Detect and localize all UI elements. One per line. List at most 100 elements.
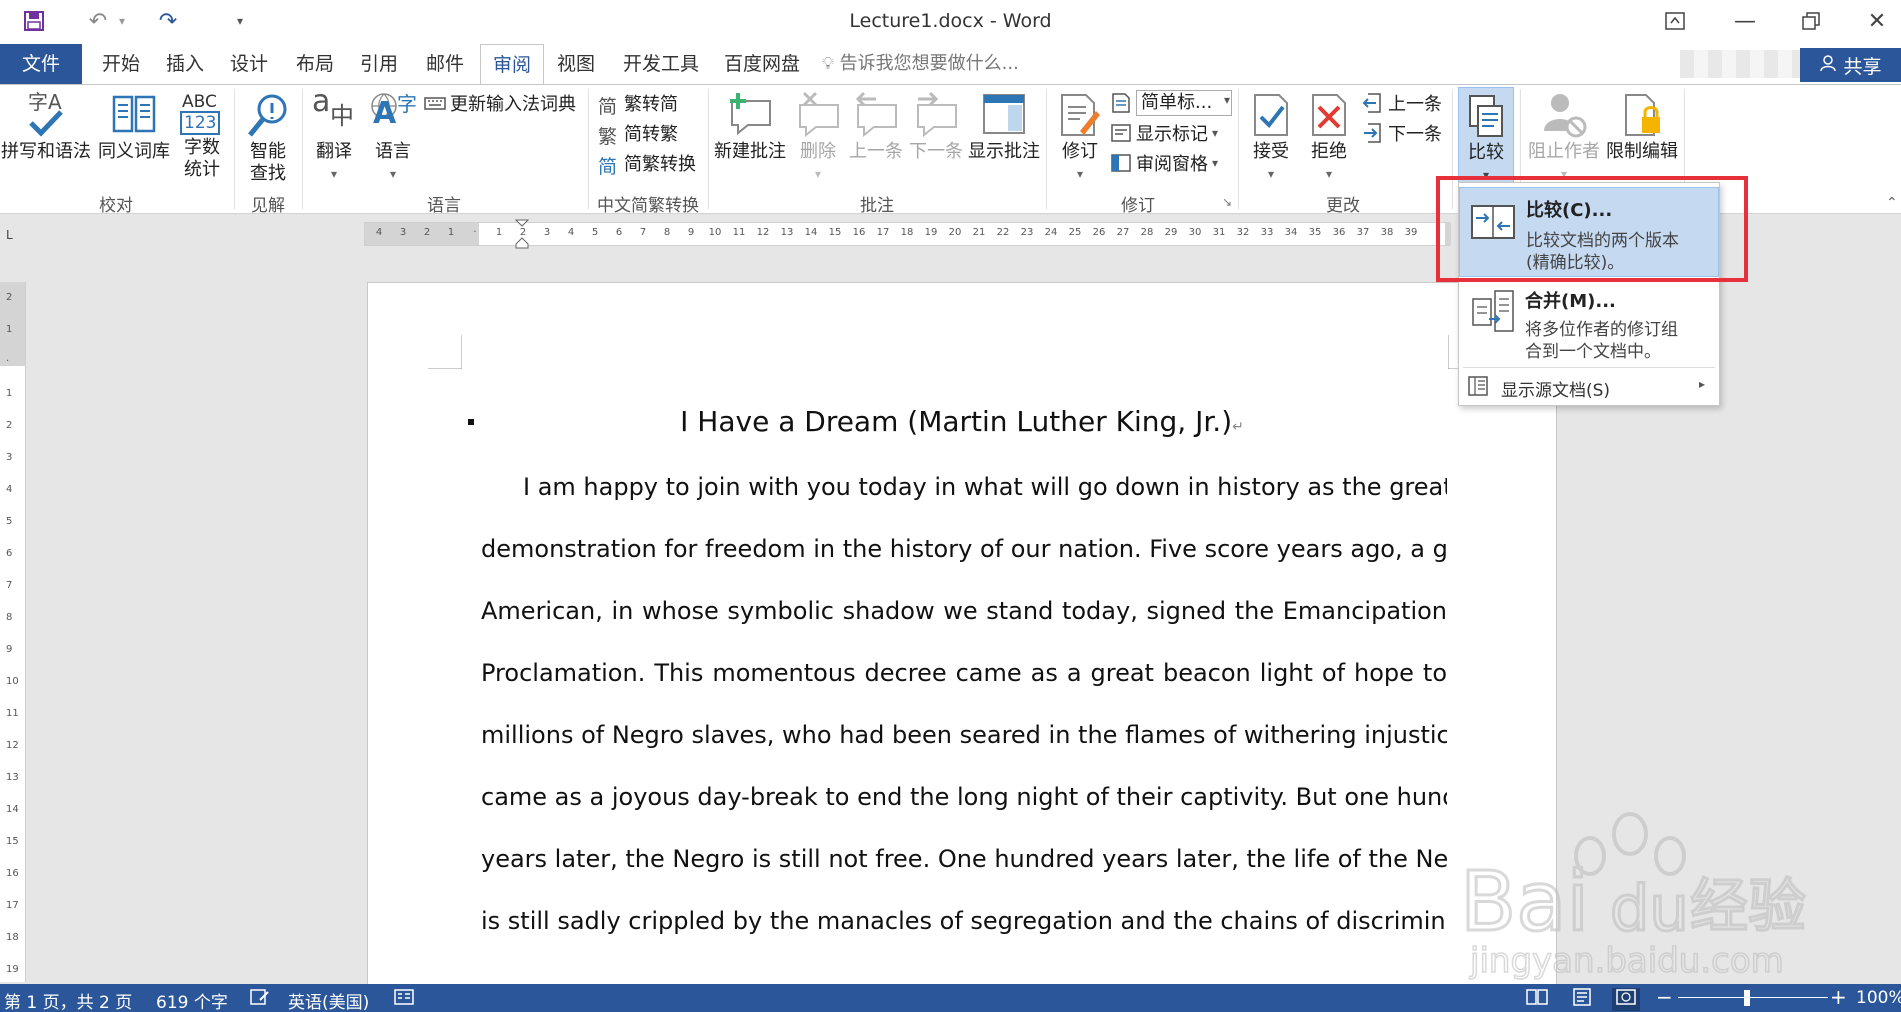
print-layout-icon[interactable] — [1572, 988, 1592, 1011]
body-line-3[interactable]: American, in whose symbolic shadow we st… — [481, 597, 1447, 625]
restrict-editing-button[interactable]: 限制编辑 — [1604, 87, 1680, 189]
tab-design[interactable]: 设计 — [220, 44, 278, 84]
simplified-to-traditional-button[interactable]: 繁 简转繁 — [598, 119, 678, 148]
read-mode-icon[interactable] — [1526, 988, 1548, 1011]
chinese-conversion-button[interactable]: 简 简繁转换 — [598, 149, 696, 178]
chinese-conversion-group-label: 中文简繁转换 — [597, 196, 699, 216]
zoom-level[interactable]: 100% — [1856, 988, 1901, 1008]
account-area[interactable] — [1680, 50, 1800, 78]
zoom-in-button[interactable]: + — [1830, 985, 1847, 1009]
restrict-editing-label: 限制编辑 — [1606, 141, 1678, 162]
combine-menu-desc-1: 将多位作者的修订组 — [1525, 320, 1678, 340]
close-button[interactable]: ✕ — [1852, 4, 1901, 38]
tab-file[interactable]: 文件 — [0, 44, 82, 84]
accept-button[interactable]: 接受 ▾ — [1244, 87, 1298, 189]
document-heading[interactable]: I Have a Dream (Martin Luther King, Jr.)… — [368, 405, 1556, 438]
reviewing-pane-button[interactable]: 审阅窗格 ▾ — [1110, 149, 1218, 177]
show-markup-button[interactable]: 显示标记 ▾ — [1110, 119, 1218, 147]
tab-references[interactable]: 引用 — [350, 44, 408, 84]
compare-menu-item[interactable]: 比较(C)... 比较文档的两个版本 (精确比较)。 — [1459, 187, 1719, 277]
new-comment-button[interactable]: 新建批注 — [712, 87, 788, 189]
accept-icon — [1247, 91, 1295, 139]
ruler-tick-label: 2 — [6, 292, 13, 303]
body-line-4[interactable]: Proclamation. This momentous decree came… — [481, 659, 1447, 687]
previous-comment-button[interactable]: 上一条 — [846, 87, 906, 189]
tab-insert[interactable]: 插入 — [156, 44, 214, 84]
zoom-slider-thumb[interactable] — [1744, 990, 1750, 1006]
restore-button[interactable] — [1786, 4, 1836, 38]
smart-lookup-label-1: 智能 — [250, 141, 286, 162]
spelling-grammar-button[interactable]: 字A 拼写和语法 — [0, 87, 92, 189]
body-line-8[interactable]: is still sadly crippled by the manacles … — [481, 907, 1447, 935]
ruler-tick-label: 17 — [876, 227, 890, 238]
update-ime-dictionary-button[interactable]: 更新输入法词典 — [424, 89, 576, 117]
markup-select-value[interactable]: 简单标... — [1136, 90, 1232, 116]
tab-baidu-netdisk[interactable]: 百度网盘 — [714, 44, 810, 84]
compare-button[interactable]: 比较 ▾ — [1458, 87, 1514, 189]
reject-button[interactable]: 拒绝 ▾ — [1302, 87, 1356, 189]
ruler-tick-label: 8 — [6, 612, 13, 623]
tell-me-box[interactable]: 💡︎ 告诉我您想要做什么... — [822, 44, 1019, 84]
word-count-button[interactable]: ABC 123 字数 统计 — [176, 87, 228, 189]
num-text: 123 — [180, 111, 221, 135]
vertical-ruler[interactable]: 2 1 · 1 2 3 4 5 6 7 8 9 10 11 12 13 14 15 16 17 18 19 — [0, 282, 26, 982]
combine-menu-item[interactable]: 合并(M)... 将多位作者的修订组 合到一个文档中。 — [1459, 281, 1719, 365]
language-button[interactable]: A 字 语言 ▾ — [364, 87, 422, 189]
body-line-1[interactable]: I am happy to join with you today in wha… — [481, 473, 1447, 501]
smart-lookup-button[interactable]: 智能 查找 — [240, 87, 296, 189]
tab-review[interactable]: 审阅 — [480, 44, 544, 85]
show-markup-icon — [1110, 122, 1132, 144]
abc-text: ABC — [182, 92, 217, 112]
zoom-out-button[interactable]: − — [1656, 985, 1673, 1009]
body-line-5[interactable]: millions of Negro slaves, who had been s… — [481, 721, 1447, 749]
body-line-2[interactable]: demonstration for freedom in the history… — [481, 535, 1447, 563]
web-layout-icon[interactable] — [1612, 988, 1640, 1011]
page-indicator[interactable]: 第 1 页，共 2 页 — [4, 988, 132, 1012]
body-line-7[interactable]: years later, the Negro is still not free… — [481, 845, 1447, 873]
macro-record-icon[interactable] — [394, 988, 414, 1011]
tab-mailings[interactable]: 邮件 — [416, 44, 474, 84]
collapse-ribbon-icon[interactable]: ⌃ — [1886, 195, 1898, 211]
next-change-button[interactable]: 下一条 — [1362, 119, 1442, 147]
track-changes-button[interactable]: 修订 ▾ — [1054, 87, 1106, 189]
zoom-slider-track[interactable] — [1678, 997, 1828, 998]
chevron-down-icon: ▾ — [1212, 156, 1219, 170]
ruler-top-margin — [0, 282, 25, 366]
ribbon-display-icon[interactable] — [1650, 4, 1700, 38]
word-count-indicator[interactable]: 619 个字 — [156, 988, 228, 1012]
ruler-tick-label: 12 — [756, 227, 770, 238]
ruler-tick-label: 13 — [6, 772, 19, 783]
block-authors-button[interactable]: 阻止作者 ▾ — [1524, 87, 1604, 189]
language-label: 语言 — [375, 141, 411, 162]
delete-comment-label: 删除 — [800, 141, 836, 162]
ruler-tick-label: 38 — [1380, 227, 1394, 238]
tab-selector[interactable]: L — [6, 228, 20, 242]
tab-layout[interactable]: 布局 — [286, 44, 344, 84]
ruler-tick-label: 15 — [6, 836, 19, 847]
show-source-documents-menu-item[interactable]: 显示源文档(S) ▸ — [1459, 369, 1719, 403]
tab-home[interactable]: 开始 — [92, 44, 150, 84]
share-button[interactable]: 共享 — [1800, 48, 1901, 82]
language-indicator[interactable]: 英语(美国) — [288, 988, 369, 1012]
convert-label: 简繁转换 — [624, 154, 696, 175]
indent-marker-icon[interactable] — [515, 219, 529, 249]
body-line-6[interactable]: came as a joyous day-break to end the lo… — [481, 783, 1447, 811]
thesaurus-label: 同义词库 — [98, 141, 170, 162]
tracking-dialog-launcher-icon[interactable]: ↘ — [1222, 195, 1232, 209]
next-comment-button[interactable]: 下一条 — [906, 87, 966, 189]
new-comment-label: 新建批注 — [714, 141, 786, 162]
translate-button[interactable]: a 中 翻译 ▾ — [306, 87, 362, 189]
minimize-button[interactable]: — — [1720, 4, 1770, 38]
proofing-status-icon[interactable] — [250, 988, 270, 1011]
traditional-to-simplified-button[interactable]: 简 繁转简 — [598, 89, 678, 118]
thesaurus-button[interactable]: 同义词库 — [94, 87, 174, 189]
tab-developer[interactable]: 开发工具 — [614, 44, 708, 84]
wordcount-label-2: 统计 — [184, 159, 220, 180]
previous-change-button[interactable]: 上一条 — [1362, 89, 1442, 117]
horizontal-ruler[interactable]: 4 3 2 1 · 1 2 3 4 5 6 7 8 9 10 11 12 13 14 15 16 17 18 19 20 21 22… — [364, 219, 1451, 249]
markup-mode-select[interactable]: 简单标... ▾ — [1110, 89, 1232, 117]
delete-comment-button[interactable]: 删除 ▾ — [790, 87, 846, 189]
tab-view[interactable]: 视图 — [546, 44, 606, 84]
show-comments-button[interactable]: 显示批注 — [966, 87, 1042, 189]
document-page[interactable]: I Have a Dream (Martin Luther King, Jr.)… — [367, 282, 1557, 1002]
